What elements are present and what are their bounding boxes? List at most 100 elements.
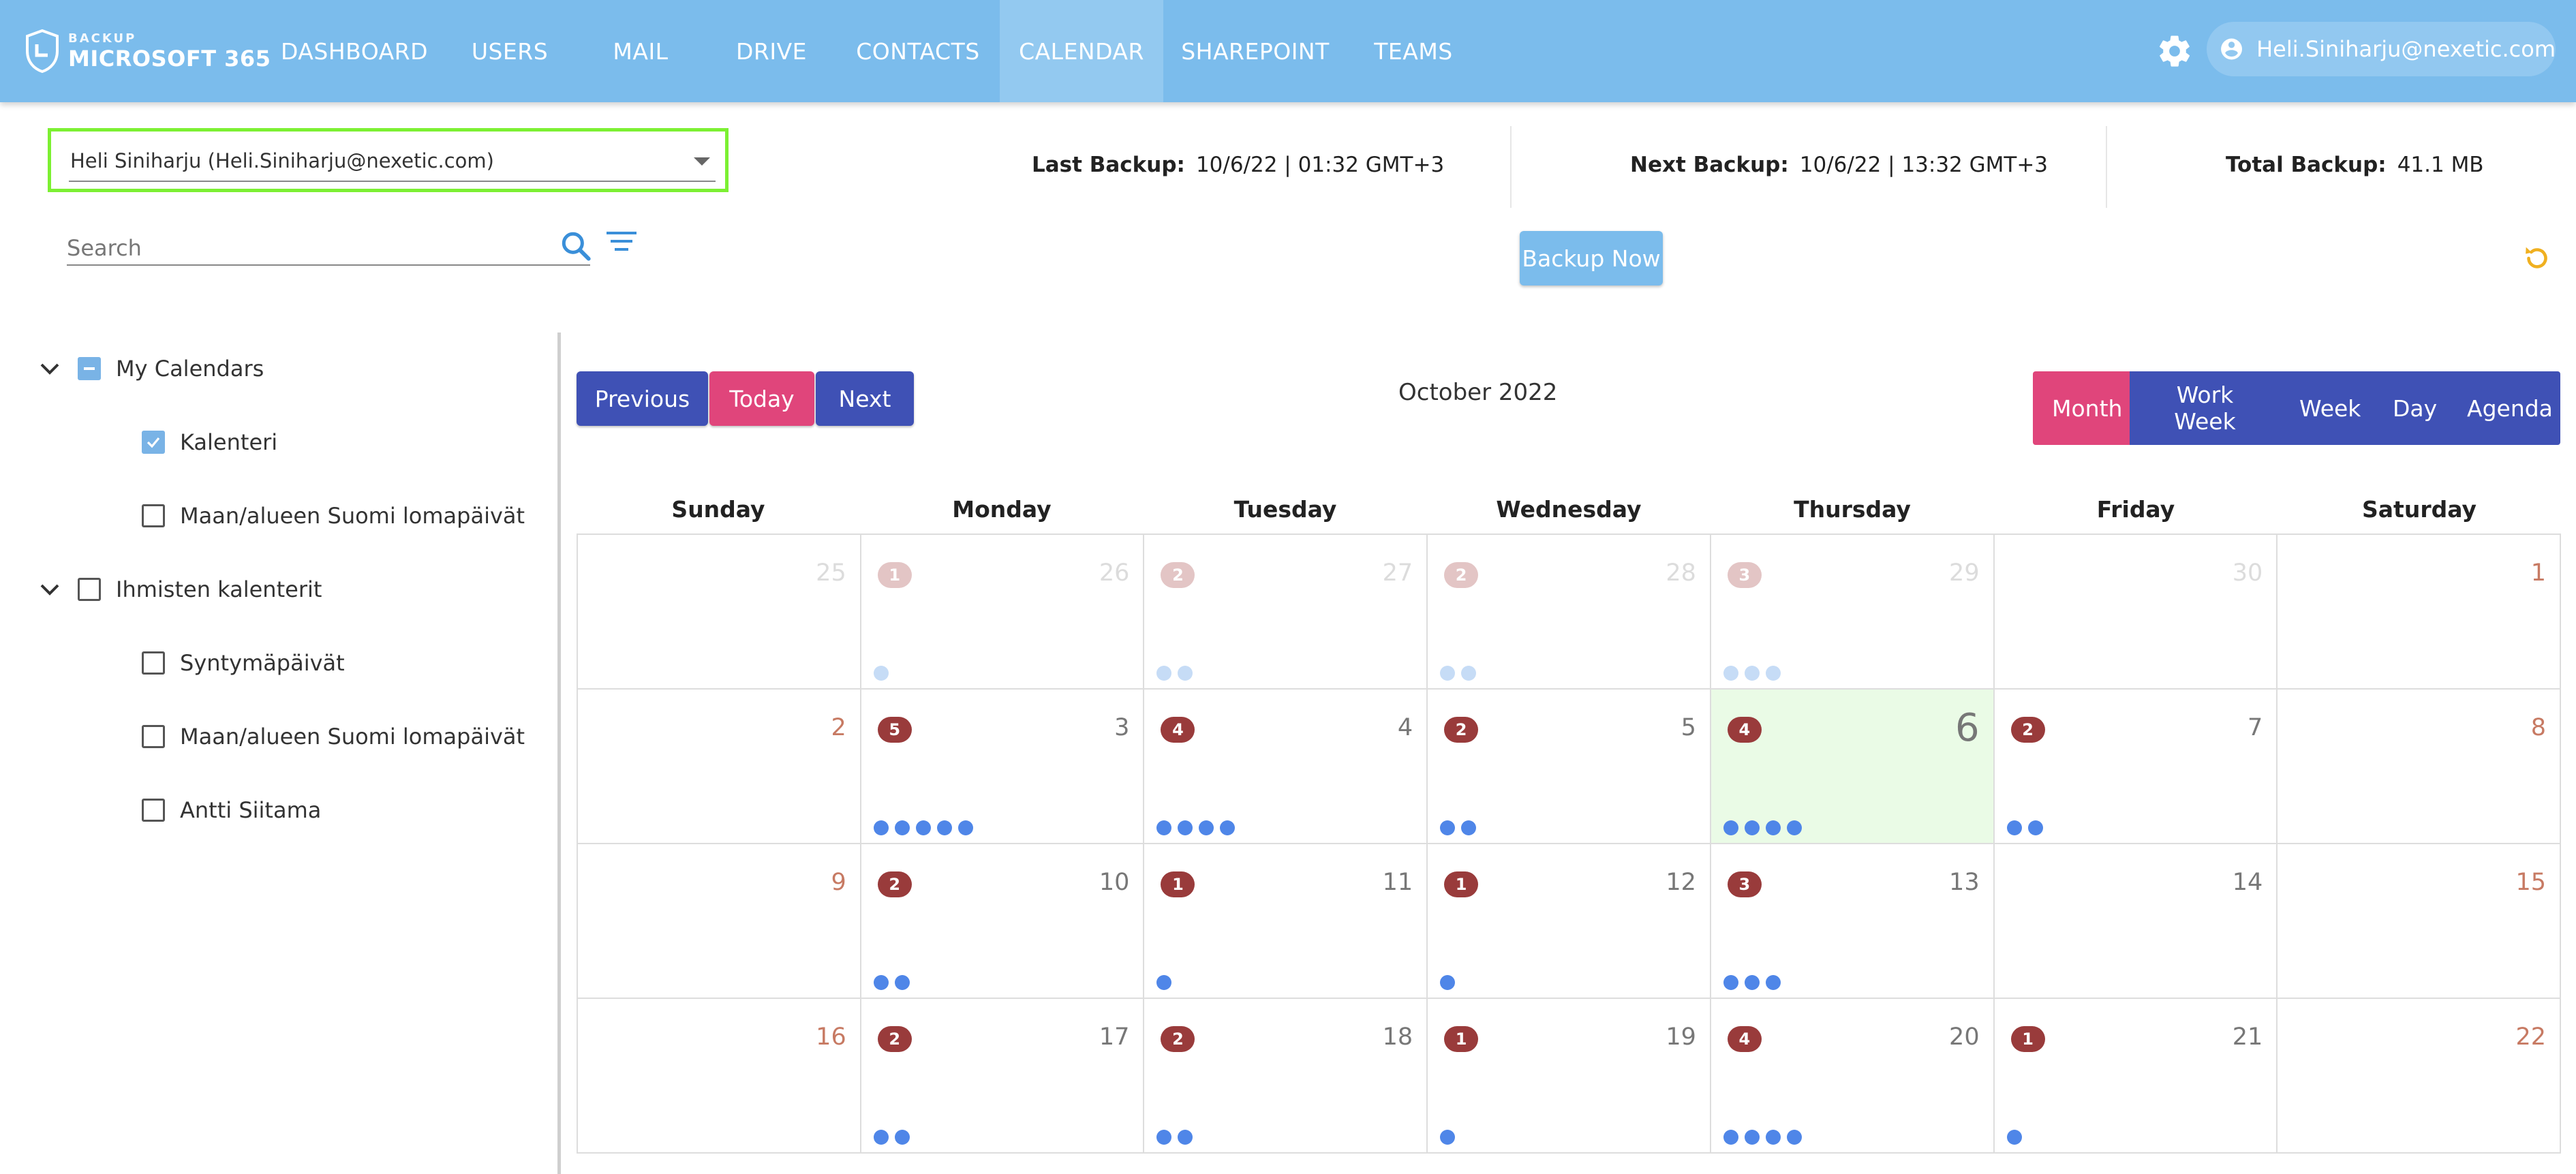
event-dot[interactable] bbox=[1156, 975, 1172, 990]
event-count-badge[interactable]: 1 bbox=[877, 562, 912, 588]
calendar-group-my-calendars[interactable]: My Calendars bbox=[40, 352, 264, 386]
calendar-day-cell[interactable]: 28 2 bbox=[1428, 535, 1711, 690]
event-count-badge[interactable]: 1 bbox=[2010, 1026, 2045, 1052]
event-dot[interactable] bbox=[894, 820, 910, 835]
calendar-checkbox[interactable] bbox=[142, 799, 165, 822]
event-count-badge[interactable]: 2 bbox=[877, 1026, 912, 1052]
nav-sharepoint[interactable]: SHAREPOINT bbox=[1179, 0, 1332, 102]
calendar-day-cell[interactable]: 18 2 bbox=[1144, 999, 1428, 1154]
group-checkbox[interactable] bbox=[78, 578, 101, 601]
event-count-badge[interactable]: 2 bbox=[1444, 717, 1479, 743]
calendar-checkbox[interactable] bbox=[142, 725, 165, 748]
event-dot[interactable] bbox=[1765, 975, 1781, 990]
calendar-checkbox[interactable] bbox=[142, 651, 165, 675]
user-select-dropdown[interactable]: Heli Siniharju (Heli.Siniharju@nexetic.c… bbox=[48, 128, 729, 192]
chevron-down-icon[interactable] bbox=[40, 583, 60, 596]
event-count-badge[interactable]: 2 bbox=[877, 871, 912, 897]
calendar-day-cell[interactable]: 9 bbox=[578, 844, 861, 999]
calendar-day-cell[interactable]: 72 bbox=[1994, 690, 2278, 844]
view-agenda-button[interactable]: Agenda bbox=[2448, 371, 2560, 445]
search-icon[interactable] bbox=[559, 229, 593, 263]
nav-mail[interactable]: MAIL bbox=[596, 0, 686, 102]
event-dot[interactable] bbox=[1156, 820, 1172, 835]
calendar-day-cell[interactable]: 52 bbox=[1428, 690, 1711, 844]
event-count-badge[interactable]: 1 bbox=[1444, 1026, 1479, 1052]
event-dot[interactable] bbox=[957, 820, 973, 835]
event-dot[interactable] bbox=[1786, 1130, 1802, 1145]
view-month-button[interactable]: Month bbox=[2033, 371, 2130, 445]
calendar-day-cell[interactable]: 12 1 bbox=[1428, 844, 1711, 999]
calendar-checkbox-checked[interactable] bbox=[142, 431, 165, 454]
event-dot[interactable] bbox=[1156, 666, 1172, 681]
event-dot[interactable] bbox=[1744, 820, 1760, 835]
event-dot[interactable] bbox=[1765, 666, 1781, 681]
calendar-item-antti-siitama[interactable]: Antti Siitama bbox=[142, 793, 321, 827]
calendar-day-cell[interactable]: 20 4 bbox=[1711, 999, 1995, 1154]
event-dot[interactable] bbox=[1744, 666, 1760, 681]
calendar-day-cell[interactable]: 21 1 bbox=[1994, 999, 2278, 1154]
event-dot[interactable] bbox=[1178, 1130, 1193, 1145]
event-dot[interactable] bbox=[894, 975, 910, 990]
event-dot[interactable] bbox=[1744, 975, 1760, 990]
today-button[interactable]: Today bbox=[709, 371, 814, 426]
event-dot[interactable] bbox=[1440, 820, 1456, 835]
event-dot[interactable] bbox=[873, 975, 889, 990]
event-dot[interactable] bbox=[1786, 820, 1802, 835]
chevron-down-icon[interactable] bbox=[40, 362, 60, 375]
event-dot[interactable] bbox=[873, 666, 889, 681]
event-dot[interactable] bbox=[1723, 820, 1738, 835]
event-count-badge[interactable]: 3 bbox=[1727, 562, 1762, 588]
event-count-badge[interactable]: 2 bbox=[2010, 717, 2045, 743]
event-dot[interactable] bbox=[1178, 666, 1193, 681]
calendar-day-cell[interactable]: 10 2 bbox=[861, 844, 1145, 999]
calendar-day-cell[interactable]: 8 bbox=[2278, 690, 2562, 844]
event-count-badge[interactable]: 1 bbox=[1161, 871, 1195, 897]
nav-drive[interactable]: DRIVE bbox=[726, 0, 816, 102]
filter-list-icon[interactable] bbox=[607, 230, 637, 253]
event-dot[interactable] bbox=[1723, 1130, 1738, 1145]
nav-dashboard[interactable]: DASHBOARD bbox=[273, 0, 436, 102]
calendar-day-cell[interactable]: 29 3 bbox=[1711, 535, 1995, 690]
view-week-button[interactable]: Week bbox=[2280, 371, 2374, 445]
event-count-badge[interactable]: 1 bbox=[1444, 871, 1479, 897]
calendar-checkbox[interactable] bbox=[142, 504, 165, 527]
next-button[interactable]: Next bbox=[816, 371, 914, 426]
view-work-week-button[interactable]: Work Week bbox=[2130, 371, 2280, 445]
nav-calendar[interactable]: CALENDAR bbox=[1000, 0, 1163, 102]
calendar-day-cell[interactable]: 15 bbox=[2278, 844, 2562, 999]
calendar-day-cell[interactable]: 25 bbox=[578, 535, 861, 690]
calendar-item-birthdays[interactable]: Syntymäpäivät bbox=[142, 646, 345, 680]
event-dot[interactable] bbox=[936, 820, 952, 835]
calendar-day-cell[interactable]: 30 bbox=[1994, 535, 2278, 690]
calendar-day-cell[interactable]: 2 bbox=[578, 690, 861, 844]
event-dot[interactable] bbox=[873, 820, 889, 835]
calendar-item-suomi-holidays[interactable]: Maan/alueen Suomi lomapäivät bbox=[142, 499, 525, 533]
event-dot[interactable] bbox=[1440, 1130, 1456, 1145]
calendar-day-cell[interactable]: 44 bbox=[1144, 690, 1428, 844]
calendar-day-cell[interactable]: 17 2 bbox=[861, 999, 1145, 1154]
event-dot[interactable] bbox=[1156, 1130, 1172, 1145]
user-menu[interactable]: Heli.Siniharju@nexetic.com bbox=[2207, 22, 2556, 76]
gear-icon[interactable] bbox=[2156, 33, 2193, 69]
event-dot[interactable] bbox=[1723, 975, 1738, 990]
brand-logo[interactable]: BACKUP MICROSOFT 365 bbox=[26, 27, 271, 75]
event-count-badge[interactable]: 4 bbox=[1727, 717, 1762, 743]
calendar-item-suomi-holidays-2[interactable]: Maan/alueen Suomi lomapäivät bbox=[142, 720, 525, 754]
calendar-day-cell[interactable]: 27 2 bbox=[1144, 535, 1428, 690]
calendar-day-cell[interactable]: 19 1 bbox=[1428, 999, 1711, 1154]
view-day-button[interactable]: Day bbox=[2374, 371, 2448, 445]
event-count-badge[interactable]: 4 bbox=[1727, 1026, 1762, 1052]
calendar-day-cell[interactable]: 14 bbox=[1994, 844, 2278, 999]
event-dot[interactable] bbox=[873, 1130, 889, 1145]
refresh-icon[interactable] bbox=[2521, 243, 2553, 274]
event-dot[interactable] bbox=[2006, 820, 2022, 835]
event-dot[interactable] bbox=[1440, 975, 1456, 990]
calendar-day-cell[interactable]: 22 bbox=[2278, 999, 2562, 1154]
event-dot[interactable] bbox=[915, 820, 931, 835]
calendar-day-cell[interactable]: 11 1 bbox=[1144, 844, 1428, 999]
event-count-badge[interactable]: 5 bbox=[877, 717, 912, 743]
calendar-day-cell[interactable]: 35 bbox=[861, 690, 1145, 844]
event-dot[interactable] bbox=[1723, 666, 1738, 681]
group-checkbox-indeterminate[interactable] bbox=[78, 357, 101, 380]
event-dot[interactable] bbox=[1765, 820, 1781, 835]
